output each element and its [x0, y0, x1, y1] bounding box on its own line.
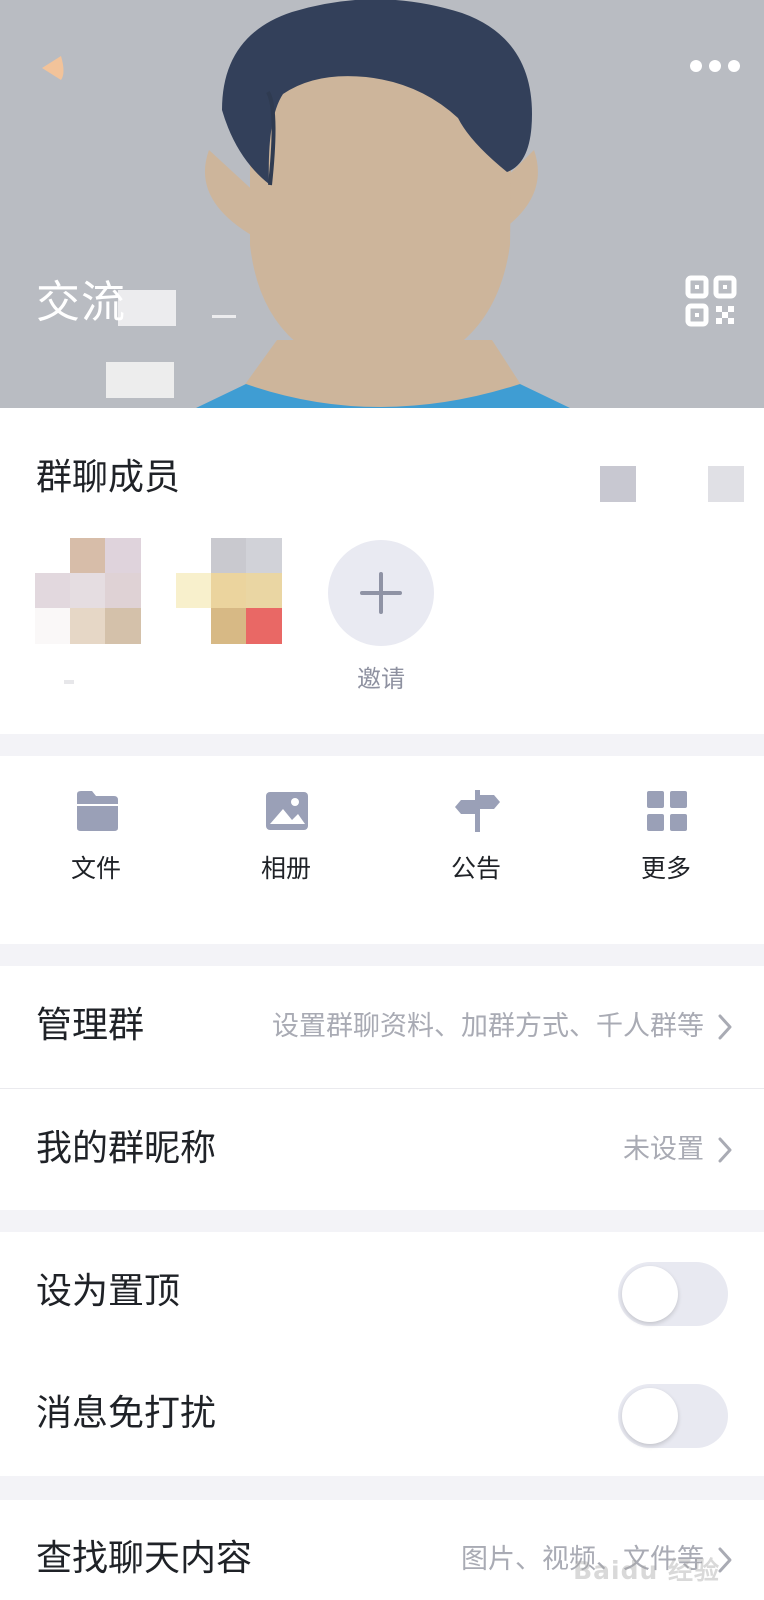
group-header: 交流 — [0, 0, 764, 408]
privacy-mosaic — [106, 362, 174, 398]
pin-top-toggle[interactable] — [618, 1262, 728, 1326]
more-button[interactable] — [684, 46, 746, 86]
shortcut-announcement[interactable]: 公告 — [416, 788, 536, 898]
qr-code-button[interactable] — [684, 274, 738, 328]
shortcut-more[interactable]: 更多 — [606, 788, 726, 898]
shortcut-album[interactable]: 相册 — [226, 788, 346, 898]
default-avatar-illustration — [0, 0, 764, 408]
back-arrow-icon — [42, 56, 64, 80]
group-name: 交流 — [36, 277, 126, 328]
back-button[interactable] — [30, 44, 78, 92]
chevron-right-icon — [718, 1137, 732, 1163]
privacy-mosaic — [708, 466, 744, 502]
member-avatar[interactable] — [35, 538, 141, 644]
pin-top-row: 设为置顶 — [0, 1232, 764, 1354]
shortcut-label: 更多 — [640, 854, 691, 883]
plus-icon — [360, 572, 402, 614]
manage-group-row[interactable]: 管理群 设置群聊资料、加群方式、千人群等 — [0, 966, 764, 1088]
image-icon — [266, 792, 308, 830]
do-not-disturb-toggle[interactable] — [618, 1384, 728, 1448]
group-settings-page: 交流 群聊成员 邀请 文件 相册 公告 更多 管理群 设置群聊资料、加群方式、千… — [0, 0, 764, 1600]
members-title: 群聊成员 — [36, 457, 181, 498]
privacy-mosaic — [600, 466, 636, 502]
search-history-section: 查找聊天内容 图片、视频、文件等 Baidu 经验 — [0, 1500, 764, 1600]
my-group-nickname-row[interactable]: 我的群昵称 未设置 — [0, 1088, 764, 1210]
privacy-mosaic — [64, 680, 74, 684]
grid-icon — [647, 791, 687, 831]
manage-group-label: 管理群 — [36, 1005, 145, 1046]
baidu-watermark: Baidu 经验 — [573, 1556, 720, 1585]
my-group-nickname-label: 我的群昵称 — [36, 1128, 217, 1169]
manage-group-description: 设置群聊资料、加群方式、千人群等 — [272, 1011, 704, 1042]
toggle-knob — [622, 1388, 678, 1444]
quick-actions: 文件 相册 公告 更多 — [0, 756, 764, 944]
shortcut-label: 公告 — [450, 854, 501, 883]
pin-top-label: 设为置顶 — [36, 1271, 181, 1312]
privacy-mosaic — [118, 290, 176, 326]
invite-button[interactable] — [328, 540, 434, 646]
search-chat-content-label: 查找聊天内容 — [36, 1538, 253, 1579]
group-management-section: 管理群 设置群聊资料、加群方式、千人群等 我的群昵称 未设置 — [0, 966, 764, 1210]
more-dots-icon — [690, 60, 740, 72]
group-members-section: 群聊成员 邀请 — [0, 408, 764, 734]
chat-preferences-section: 设为置顶 消息免打扰 — [0, 1232, 764, 1476]
shortcut-label: 相册 — [260, 854, 311, 883]
my-group-nickname-value: 未设置 — [623, 1134, 704, 1165]
invite-label: 邀请 — [357, 665, 405, 693]
folder-icon — [77, 791, 118, 831]
do-not-disturb-row: 消息免打扰 — [0, 1354, 764, 1476]
toggle-knob — [622, 1266, 678, 1322]
shortcut-files[interactable]: 文件 — [36, 788, 156, 898]
chevron-right-icon — [718, 1014, 732, 1040]
signpost-icon — [455, 790, 500, 832]
member-avatar[interactable] — [176, 538, 282, 644]
shortcut-label: 文件 — [70, 854, 121, 883]
do-not-disturb-label: 消息免打扰 — [36, 1393, 217, 1434]
qr-code-icon — [685, 275, 737, 327]
privacy-mosaic — [212, 315, 236, 318]
